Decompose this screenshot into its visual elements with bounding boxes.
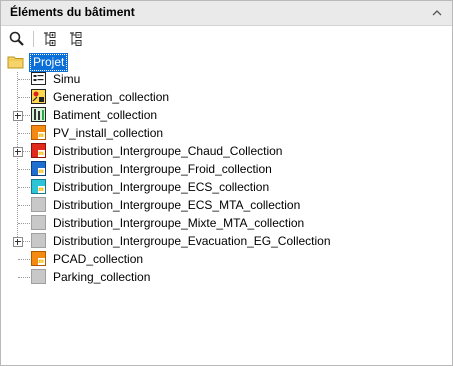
header-divider bbox=[1, 25, 452, 26]
tree-item-parking-collection[interactable]: Parking_collection bbox=[1, 268, 452, 286]
expand-toggle[interactable] bbox=[13, 111, 23, 121]
tree-item-ecs-collection[interactable]: Distribution_Intergroupe_ECS_collection bbox=[1, 178, 452, 196]
tree-item-label: Distribution_Intergroupe_Mixte_MTA_colle… bbox=[53, 216, 305, 230]
search-icon[interactable] bbox=[7, 29, 27, 49]
collapse-chevron-icon[interactable] bbox=[429, 5, 445, 21]
tree-item-evacuation-eg-collection[interactable]: Distribution_Intergroupe_Evacuation_EG_C… bbox=[1, 232, 452, 250]
tree-item-chaud-collection[interactable]: Distribution_Intergroupe_Chaud_Collectio… bbox=[1, 142, 452, 160]
tree-item-pv-install-collection[interactable]: PV_install_collection bbox=[1, 124, 452, 142]
tree-item-label: Distribution_Intergroupe_Froid_collectio… bbox=[53, 162, 272, 176]
building-elements-panel: Éléments du bâtiment Projet Simu Generat… bbox=[0, 0, 453, 366]
tree-item-batiment-collection[interactable]: Batiment_collection bbox=[1, 106, 452, 124]
expand-toggle[interactable] bbox=[13, 147, 23, 157]
cold-distribution-icon bbox=[31, 161, 46, 176]
expand-toggle[interactable] bbox=[13, 237, 23, 247]
heat-distribution-icon bbox=[31, 143, 46, 158]
generic-item-icon bbox=[31, 233, 46, 248]
tree-item-label: Distribution_Intergroupe_Chaud_Collectio… bbox=[53, 144, 283, 158]
tree-item-label: Batiment_collection bbox=[53, 108, 158, 122]
toolbar-divider bbox=[33, 31, 34, 47]
tree-item-label: Distribution_Intergroupe_Evacuation_EG_C… bbox=[53, 234, 331, 248]
tree-root-label: Projet bbox=[28, 53, 69, 72]
tree-item-froid-collection[interactable]: Distribution_Intergroupe_Froid_collectio… bbox=[1, 160, 452, 178]
building-elements-tree: Projet Simu Generation_collection Batime… bbox=[1, 51, 452, 363]
tree-item-label: Simu bbox=[53, 72, 81, 86]
pv-install-icon bbox=[31, 125, 46, 140]
generic-item-icon bbox=[31, 197, 46, 212]
tree-item-label: PV_install_collection bbox=[53, 126, 164, 140]
collapse-all-icon[interactable] bbox=[67, 29, 87, 49]
simulation-icon bbox=[31, 71, 46, 86]
tree-item-pcad-collection[interactable]: PCAD_collection bbox=[1, 250, 452, 268]
tree-item-label: Distribution_Intergroupe_ECS_collection bbox=[53, 180, 270, 194]
generic-item-icon bbox=[31, 215, 46, 230]
generation-icon bbox=[31, 89, 46, 104]
tree-item-simu[interactable]: Simu bbox=[1, 70, 452, 88]
pcad-icon bbox=[31, 251, 46, 266]
tree-item-label: Generation_collection bbox=[53, 90, 170, 104]
tree-item-mixte-mta-collection[interactable]: Distribution_Intergroupe_Mixte_MTA_colle… bbox=[1, 214, 452, 232]
expand-all-icon[interactable] bbox=[41, 29, 61, 49]
tree-item-label: Distribution_Intergroupe_ECS_MTA_collect… bbox=[53, 198, 301, 212]
tree-item-ecs-mta-collection[interactable]: Distribution_Intergroupe_ECS_MTA_collect… bbox=[1, 196, 452, 214]
panel-toolbar bbox=[1, 27, 452, 51]
generic-item-icon bbox=[31, 269, 46, 284]
ecs-distribution-icon bbox=[31, 179, 46, 194]
tree-item-generation-collection[interactable]: Generation_collection bbox=[1, 88, 452, 106]
tree-item-label: Parking_collection bbox=[53, 270, 151, 284]
panel-header: Éléments du bâtiment bbox=[1, 1, 452, 26]
tree-item-label: PCAD_collection bbox=[53, 252, 144, 266]
building-icon bbox=[31, 107, 46, 122]
panel-title: Éléments du bâtiment bbox=[10, 5, 135, 19]
